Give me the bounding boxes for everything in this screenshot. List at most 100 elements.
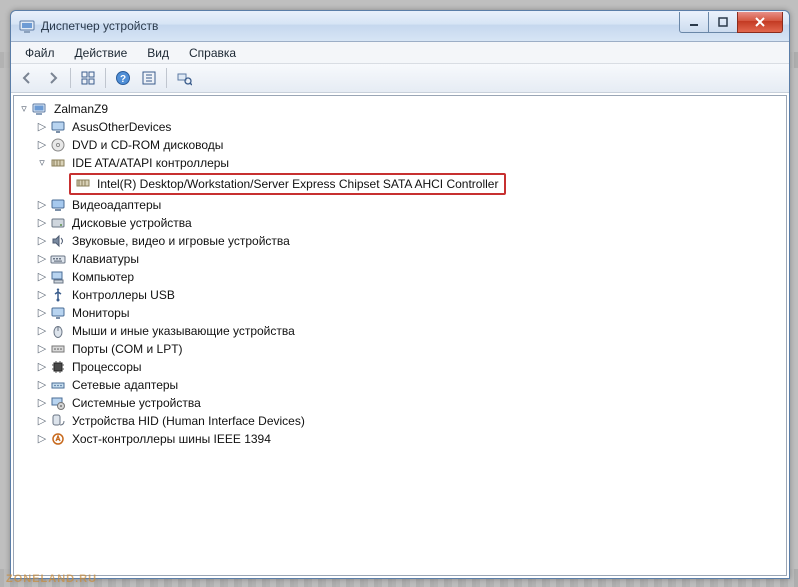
tree-item[interactable]: ▷ Процессоры: [16, 358, 784, 376]
tree-item[interactable]: ▷ Хост-контроллеры шины IEEE 1394: [16, 430, 784, 448]
menu-action[interactable]: Действие: [65, 44, 138, 62]
menu-view[interactable]: Вид: [137, 44, 179, 62]
tree-item[interactable]: ▷ Компьютер: [16, 268, 784, 286]
cpu-icon: [50, 359, 66, 375]
tree-toggle-expand[interactable]: ▷: [36, 217, 48, 229]
toolbar: ?: [11, 64, 789, 93]
tree-item-label: Системные устройства: [70, 394, 203, 412]
maximize-icon: [718, 17, 728, 27]
back-icon: [19, 70, 35, 86]
tree-item[interactable]: ▷ Звуковые, видео и игровые устройства: [16, 232, 784, 250]
tree-item[interactable]: ▷ Устройства HID (Human Interface Device…: [16, 412, 784, 430]
tree-toggle-expand[interactable]: ▷: [36, 121, 48, 133]
tree-toggle-expand[interactable]: ▷: [36, 139, 48, 151]
menu-help[interactable]: Справка: [179, 44, 246, 62]
tree-item-label: Дисковые устройства: [70, 214, 194, 232]
tree-toggle-expand[interactable]: ▷: [36, 289, 48, 301]
tree-item[interactable]: ▷ Системные устройства: [16, 394, 784, 412]
toolbar-separator: [166, 68, 167, 88]
tree-item-label: DVD и CD-ROM дисководы: [70, 136, 225, 154]
hid-icon: [50, 413, 66, 429]
tree-toggle-expand[interactable]: ▷: [36, 343, 48, 355]
toolbar-properties-button[interactable]: [137, 66, 161, 90]
tree-item-label: Видеоадаптеры: [70, 196, 163, 214]
device-manager-window: Диспетчер устройств Файл Действие Вид Сп…: [10, 10, 790, 579]
tree-item-label: Хост-контроллеры шины IEEE 1394: [70, 430, 273, 448]
tree-toggle-expand[interactable]: ▷: [36, 433, 48, 445]
computer-icon: [50, 269, 66, 285]
tree-toggle-collapse[interactable]: ▿: [18, 103, 30, 115]
tree-pane[interactable]: ▿ ZalmanZ9 ▷ AsusOtherDevices ▷ DVD и CD…: [13, 95, 787, 576]
tree-toggle-collapse[interactable]: ▿: [36, 157, 48, 169]
tree-item[interactable]: ▷ AsusOtherDevices: [16, 118, 784, 136]
tree-toggle-expand[interactable]: ▷: [36, 307, 48, 319]
grid-icon: [80, 70, 96, 86]
tree-item-label: Сетевые адаптеры: [70, 376, 180, 394]
tree-item-label: Intel(R) Desktop/Workstation/Server Expr…: [95, 175, 500, 193]
tree-item-label: Устройства HID (Human Interface Devices): [70, 412, 307, 430]
tree-item[interactable]: ▷ Сетевые адаптеры: [16, 376, 784, 394]
watermark: ZONELAND.RU: [6, 573, 97, 585]
tree-item[interactable]: ▷ Контроллеры USB: [16, 286, 784, 304]
tree-root[interactable]: ▿ ZalmanZ9: [16, 100, 784, 118]
toolbar-scan-button[interactable]: [172, 66, 196, 90]
controller-icon: [50, 155, 66, 171]
menu-file[interactable]: Файл: [15, 44, 65, 62]
tree-toggle-expand[interactable]: ▷: [36, 397, 48, 409]
sound-icon: [50, 233, 66, 249]
network-icon: [50, 377, 66, 393]
tree-item[interactable]: ▷ Дисковые устройства: [16, 214, 784, 232]
keyboard-icon: [50, 251, 66, 267]
close-button[interactable]: [737, 12, 783, 33]
toolbar-view-button[interactable]: [76, 66, 100, 90]
toolbar-forward-button[interactable]: [41, 66, 65, 90]
tree-item-highlighted[interactable]: Intel(R) Desktop/Workstation/Server Expr…: [69, 173, 506, 195]
tree-item[interactable]: ▷ Порты (COM и LPT): [16, 340, 784, 358]
tree-item-label: Контроллеры USB: [70, 286, 177, 304]
app-icon: [19, 18, 35, 34]
tree-item-label: Мониторы: [70, 304, 131, 322]
forward-icon: [45, 70, 61, 86]
menubar: Файл Действие Вид Справка: [11, 42, 789, 64]
minimize-icon: [689, 17, 699, 27]
tree-toggle-expand[interactable]: ▷: [36, 235, 48, 247]
titlebar[interactable]: Диспетчер устройств: [11, 11, 789, 42]
drive-icon: [50, 215, 66, 231]
tree-item[interactable]: ▷ Видеоадаптеры: [16, 196, 784, 214]
tree-item[interactable]: ▷ DVD и CD-ROM дисководы: [16, 136, 784, 154]
tree-item-label: IDE ATA/ATAPI контроллеры: [70, 154, 231, 172]
tree-item-label: Звуковые, видео и игровые устройства: [70, 232, 292, 250]
tree-toggle-expand[interactable]: ▷: [36, 271, 48, 283]
window-title: Диспетчер устройств: [41, 19, 680, 33]
monitor-icon: [50, 119, 66, 135]
system-icon: [50, 395, 66, 411]
help-icon: ?: [115, 70, 131, 86]
tree-toggle-expand[interactable]: ▷: [36, 415, 48, 427]
mouse-icon: [50, 323, 66, 339]
properties-icon: [141, 70, 157, 86]
tree-toggle-expand[interactable]: ▷: [36, 361, 48, 373]
tree-item[interactable]: ▷ Мониторы: [16, 304, 784, 322]
toolbar-back-button[interactable]: [15, 66, 39, 90]
tree-item[interactable]: ▿ IDE ATA/ATAPI контроллеры: [16, 154, 784, 172]
disc-icon: [50, 137, 66, 153]
tree-item-label: Клавиатуры: [70, 250, 141, 268]
firewire-icon: [50, 431, 66, 447]
maximize-button[interactable]: [708, 12, 738, 33]
tree-item[interactable]: ▷ Мыши и иные указывающие устройства: [16, 322, 784, 340]
monitor-icon: [50, 305, 66, 321]
tree-toggle-expand[interactable]: ▷: [36, 325, 48, 337]
svg-text:?: ?: [120, 74, 126, 85]
toolbar-separator: [105, 68, 106, 88]
display-icon: [50, 197, 66, 213]
usb-icon: [50, 287, 66, 303]
tree-item-label: Порты (COM и LPT): [70, 340, 185, 358]
minimize-button[interactable]: [679, 12, 709, 33]
tree-toggle-expand[interactable]: ▷: [36, 253, 48, 265]
tree-toggle-expand[interactable]: ▷: [36, 199, 48, 211]
toolbar-help-button[interactable]: ?: [111, 66, 135, 90]
tree-item-label: Мыши и иные указывающие устройства: [70, 322, 297, 340]
toolbar-separator: [70, 68, 71, 88]
tree-toggle-expand[interactable]: ▷: [36, 379, 48, 391]
tree-item[interactable]: ▷ Клавиатуры: [16, 250, 784, 268]
